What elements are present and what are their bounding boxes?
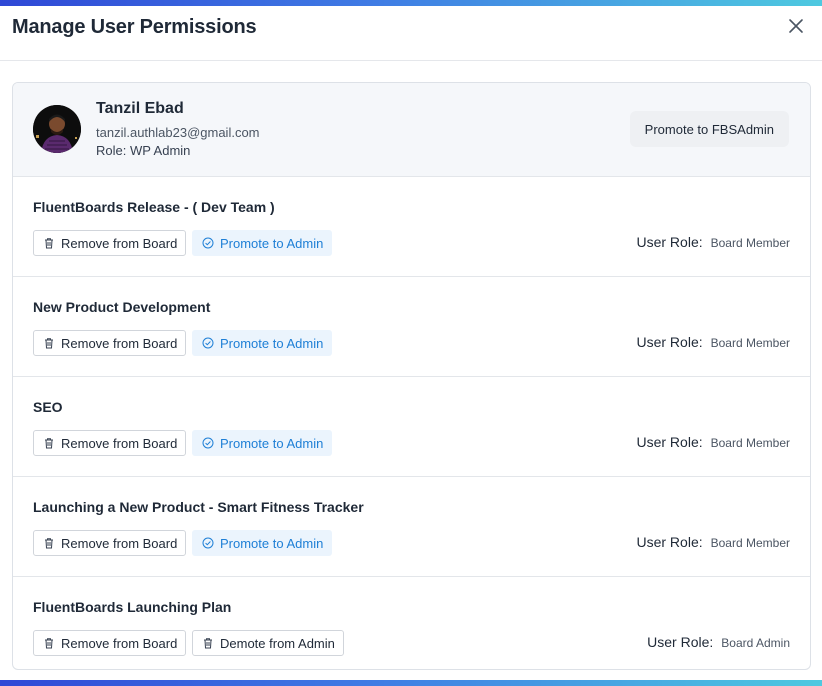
trash-icon — [45, 638, 53, 649]
remove-from-board-button[interactable]: Remove from Board — [33, 530, 187, 556]
avatar — [33, 105, 81, 153]
promote-to-admin-button[interactable]: Promote to Admin — [192, 330, 333, 356]
check-circle-icon — [202, 537, 214, 549]
user-role-label: User Role: — [647, 634, 714, 650]
user-role-label: User Role: — [636, 534, 703, 550]
remove-from-board-button[interactable]: Remove from Board — [33, 430, 187, 456]
user-role-value: Board Member — [710, 236, 790, 250]
promote-to-fbsadmin-button[interactable]: Promote to FBSAdmin — [629, 111, 789, 147]
remove-label: Remove from Board — [61, 635, 178, 651]
close-icon[interactable] — [788, 18, 804, 34]
user-role-value: Board Member — [710, 436, 790, 450]
demote-label: Demote from Admin — [220, 635, 335, 651]
promote-label: Promote to Admin — [220, 435, 324, 451]
user-role-label: User Role: — [636, 234, 703, 250]
permissions-panel: Tanzil Ebad tanzil.authlab23@gmail.com R… — [12, 82, 811, 670]
trash-icon — [45, 538, 53, 549]
modal-header: Manage User Permissions — [0, 6, 822, 61]
check-circle-icon — [202, 437, 214, 449]
user-role-info: User Role: Board Member — [636, 434, 790, 450]
user-card: Tanzil Ebad tanzil.authlab23@gmail.com R… — [13, 83, 810, 177]
board-name: FluentBoards Launching Plan — [33, 599, 232, 615]
user-name: Tanzil Ebad — [96, 100, 184, 117]
remove-from-board-button[interactable]: Remove from Board — [33, 630, 187, 656]
promote-to-admin-button[interactable]: Promote to Admin — [192, 530, 333, 556]
check-circle-icon — [202, 237, 214, 249]
remove-label: Remove from Board — [61, 435, 178, 451]
demote-from-admin-button[interactable]: Demote from Admin — [192, 630, 344, 656]
remove-label: Remove from Board — [61, 335, 178, 351]
check-circle-icon — [202, 337, 214, 349]
board-row: FluentBoards Launching Plan Remove from … — [13, 577, 810, 669]
promote-label: Promote to Admin — [220, 235, 324, 251]
promote-to-admin-button[interactable]: Promote to Admin — [192, 230, 333, 256]
user-role-info: User Role: Board Member — [636, 534, 790, 550]
remove-from-board-button[interactable]: Remove from Board — [33, 330, 187, 356]
board-name: New Product Development — [33, 299, 211, 315]
trash-icon — [45, 438, 53, 449]
user-role-info: User Role: Board Member — [636, 334, 790, 350]
bottom-gradient-bar — [0, 680, 822, 686]
board-row: FluentBoards Release - ( Dev Team ) Remo… — [13, 177, 810, 277]
remove-label: Remove from Board — [61, 235, 178, 251]
trash-icon — [204, 638, 212, 649]
board-name: SEO — [33, 399, 63, 415]
remove-from-board-button[interactable]: Remove from Board — [33, 230, 187, 256]
board-row: Launching a New Product - Smart Fitness … — [13, 477, 810, 577]
user-role-info: User Role: Board Member — [636, 234, 790, 250]
modal-title: Manage User Permissions — [12, 16, 257, 38]
user-role-label: User Role: — [636, 434, 703, 450]
user-role-info: User Role: Board Admin — [647, 634, 790, 650]
promote-label: Promote to Admin — [220, 535, 324, 551]
user-role-label: User Role: — [636, 334, 703, 350]
user-role-value: Board Member — [710, 336, 790, 350]
trash-icon — [45, 338, 53, 349]
user-role: Role: WP Admin — [96, 143, 191, 158]
board-name: Launching a New Product - Smart Fitness … — [33, 499, 364, 515]
promote-label: Promote to Admin — [220, 335, 324, 351]
user-role-value: Board Admin — [721, 636, 790, 650]
promote-to-admin-button[interactable]: Promote to Admin — [192, 430, 333, 456]
board-row: SEO Remove from Board Promote to Admin U… — [13, 377, 810, 477]
user-email: tanzil.authlab23@gmail.com — [96, 125, 260, 140]
board-row: New Product Development Remove from Boar… — [13, 277, 810, 377]
trash-icon — [45, 238, 53, 249]
board-name: FluentBoards Release - ( Dev Team ) — [33, 199, 275, 215]
remove-label: Remove from Board — [61, 535, 178, 551]
user-role-value: Board Member — [710, 536, 790, 550]
